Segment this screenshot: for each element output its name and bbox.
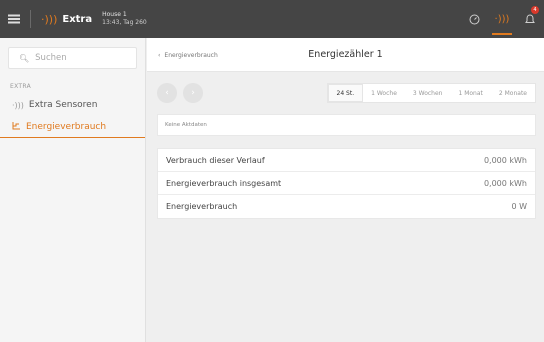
search-placeholder: Suchen [35,53,67,63]
house-name: House 1 [102,11,127,18]
sidebar-item-extra-sensoren[interactable]: ·))) Extra Sensoren [0,94,145,116]
no-data-message: Keine Aktdaten [157,114,536,136]
next-period-button[interactable]: › [183,83,203,103]
energy-icon [12,121,21,132]
value-row: Verbrauch dieser Verlauf 0,000 kWh [158,149,535,172]
main-content: ‹ Energieverbrauch Energiezähler 1 ‹ › 2… [147,38,544,342]
range-3-weeks[interactable]: 3 Wochen [405,84,451,102]
value-amount: 0,000 kWh [483,155,527,165]
value-amount: 0 W [511,202,527,211]
sidebar-item-label: Extra Sensoren [28,100,98,110]
value-row: Energieverbrauch insgesamt 0,000 kWh [158,172,535,195]
range-24h[interactable]: 24 St. [327,84,364,102]
value-label: Energieverbrauch [166,202,238,211]
range-1-month[interactable]: 1 Monat [450,84,490,102]
menu-button[interactable] [0,0,28,38]
range-2-months[interactable]: 2 Monate [491,84,535,102]
previous-period-button[interactable]: ‹ [157,83,177,103]
period-navigation: ‹ › [157,83,203,103]
chevron-left-icon: ‹ [165,88,169,98]
app-switcher[interactable]: ·))) Extra [41,13,92,26]
notification-badge: 4 [531,6,539,14]
range-1-week[interactable]: 1 Woche [363,84,405,102]
search-input[interactable]: 🔍︎ Suchen [8,47,137,69]
sidebar-section-title: EXTRA [10,83,31,90]
value-label: Energieverbrauch insgesamt [166,178,282,188]
value-amount: 0,000 kWh [483,178,527,188]
house-info[interactable]: House 1 13:43, Tag 260 [102,11,147,27]
value-label: Verbrauch dieser Verlauf [166,155,265,165]
chevron-right-icon: › [191,88,195,98]
range-toolbar: ‹ › 24 St. 1 Woche 3 Wochen 1 Monat 2 Mo… [157,82,536,104]
signal-icon: ·))) [12,100,24,110]
topbar-divider [30,10,31,28]
search-icon: 🔍︎ [19,53,30,63]
app-name: Extra [62,13,93,25]
page-title: Energiezähler 1 [308,49,383,60]
signal-icon: ·))) [41,12,58,26]
gauge-icon[interactable] [460,0,488,38]
value-row: Energieverbrauch 0 W [158,195,535,218]
page-header: ‹ Energieverbrauch Energiezähler 1 [147,38,544,72]
signal-icon[interactable]: ·))) [488,0,516,38]
sidebar-item-label: Energieverbrauch [26,121,107,132]
range-selector: 24 St. 1 Woche 3 Wochen 1 Monat 2 Monate [326,83,536,103]
house-time: 13:43, Tag 260 [102,19,147,26]
topbar-actions: ·))) 4 [460,0,544,38]
energy-values-card: Verbrauch dieser Verlauf 0,000 kWh Energ… [157,148,536,219]
sidebar: 🔍︎ Suchen EXTRA ·))) Extra Sensoren Ener… [0,38,146,342]
bell-icon[interactable]: 4 [516,0,544,38]
top-bar: ·))) Extra House 1 13:43, Tag 260 ·))) 4 [0,0,544,38]
hamburger-icon [8,18,20,20]
sidebar-item-energieverbrauch[interactable]: Energieverbrauch [0,116,145,138]
